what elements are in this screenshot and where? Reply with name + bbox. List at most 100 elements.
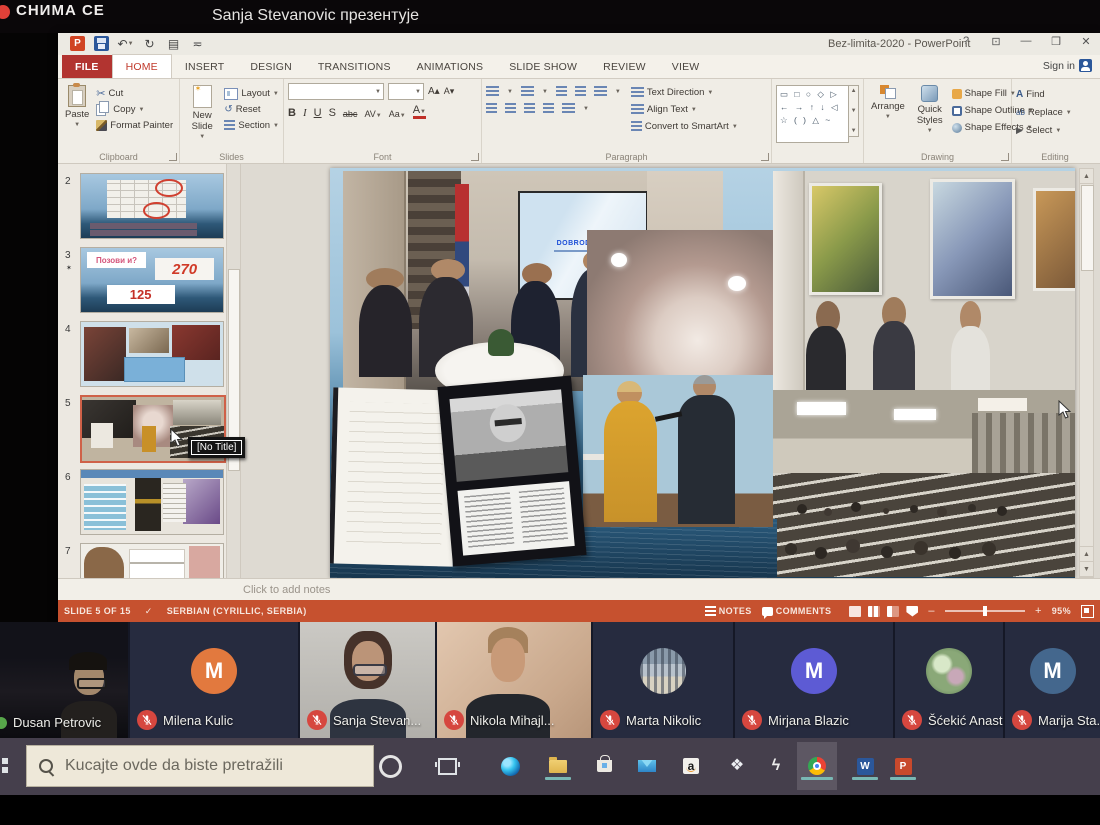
- sign-in[interactable]: Sign in: [1043, 59, 1092, 72]
- increase-indent-icon[interactable]: [575, 86, 586, 97]
- clipboard-dialog-launcher[interactable]: [169, 153, 177, 161]
- store-button[interactable]: [588, 749, 620, 783]
- participant-tile-mirjana[interactable]: M Mirjana Blazic: [735, 622, 895, 738]
- participant-tile-scekic[interactable]: Šćekić Anast...: [895, 622, 1005, 738]
- justify-icon[interactable]: [543, 103, 554, 114]
- strikethrough-icon[interactable]: abc: [343, 109, 358, 119]
- section-button[interactable]: Section ▼: [224, 118, 279, 133]
- undo-icon[interactable]: ↶▼: [118, 36, 133, 51]
- mail-button[interactable]: [631, 749, 663, 783]
- tab-view[interactable]: VIEW: [659, 55, 713, 78]
- tab-file[interactable]: FILE: [62, 55, 112, 78]
- file-explorer-button[interactable]: [542, 749, 574, 783]
- participant-tile-sanja[interactable]: Sanja Stevan...: [300, 622, 437, 738]
- drawing-dialog-launcher[interactable]: [1001, 153, 1009, 161]
- participant-tile-nikola[interactable]: Nikola Mihajl...: [437, 622, 593, 738]
- cut-button[interactable]: ✂Cut: [96, 86, 173, 101]
- zoom-out-icon[interactable]: –: [928, 605, 935, 617]
- dropbox-button[interactable]: ❖: [721, 749, 753, 783]
- columns-icon[interactable]: [562, 103, 575, 114]
- numbering-icon[interactable]: [521, 86, 534, 97]
- new-slide-button[interactable]: New Slide ▼: [184, 83, 220, 142]
- bold-icon[interactable]: B: [288, 107, 296, 119]
- shapes-gallery-scroll[interactable]: ▲▼▼: [849, 85, 859, 137]
- scroll-up-icon[interactable]: ▲: [1080, 169, 1093, 184]
- thumbnail-slide-6[interactable]: [80, 469, 224, 535]
- thumbnail-slide-2[interactable]: [80, 173, 224, 239]
- paragraph-dialog-launcher[interactable]: [761, 153, 769, 161]
- tab-insert[interactable]: INSERT: [172, 55, 238, 78]
- word-button[interactable]: W: [849, 749, 881, 783]
- view-slide-sorter-icon[interactable]: [868, 606, 880, 617]
- font-size-combo[interactable]: ▼: [388, 83, 424, 100]
- text-direction-button[interactable]: Text Direction ▼: [631, 85, 738, 100]
- align-right-icon[interactable]: [524, 103, 535, 114]
- previous-slide-icon[interactable]: ▲: [1080, 546, 1093, 562]
- redo-icon[interactable]: ↻: [142, 36, 157, 51]
- spell-check-icon[interactable]: ✓: [145, 606, 153, 617]
- search-input[interactable]: [63, 756, 347, 776]
- cortana-button[interactable]: [374, 749, 406, 783]
- notes-pane[interactable]: Click to add notes: [58, 578, 1100, 601]
- font-name-combo[interactable]: ▼: [288, 83, 384, 100]
- tab-design[interactable]: DESIGN: [237, 55, 304, 78]
- language-indicator[interactable]: SERBIAN (CYRILLIC, SERBIA): [167, 606, 307, 616]
- quick-styles-button[interactable]: Quick Styles ▼: [914, 83, 946, 136]
- align-left-icon[interactable]: [486, 103, 497, 114]
- layout-button[interactable]: Layout ▼: [224, 86, 279, 101]
- tab-review[interactable]: REVIEW: [590, 55, 659, 78]
- tab-transitions[interactable]: TRANSITIONS: [305, 55, 404, 78]
- change-case-icon[interactable]: Aa▼: [389, 109, 406, 119]
- text-shadow-icon[interactable]: S: [329, 107, 336, 119]
- edge-button[interactable]: [494, 749, 526, 783]
- task-view-button[interactable]: [431, 749, 463, 783]
- zoom-in-icon[interactable]: +: [1035, 605, 1042, 617]
- line-spacing-icon[interactable]: [594, 86, 607, 97]
- next-slide-icon[interactable]: ▼: [1080, 562, 1093, 577]
- character-spacing-icon[interactable]: AV▼: [364, 109, 381, 119]
- tab-home[interactable]: HOME: [112, 54, 172, 78]
- ribbon-options-icon[interactable]: ⊡: [988, 35, 1004, 48]
- arrange-button[interactable]: Arrange ▼: [868, 83, 908, 136]
- replace-button[interactable]: abReplace ▼: [1016, 105, 1094, 120]
- zoom-slider[interactable]: [945, 610, 1025, 612]
- font-dialog-launcher[interactable]: [471, 153, 479, 161]
- view-slideshow-icon[interactable]: [906, 606, 918, 617]
- view-normal-icon[interactable]: [849, 606, 861, 617]
- thumbnail-slide-4[interactable]: [80, 321, 224, 387]
- thumbnail-scrollbar[interactable]: [226, 164, 240, 578]
- chrome-button[interactable]: [801, 749, 833, 783]
- align-text-button[interactable]: Align Text ▼: [631, 102, 738, 117]
- scrollbar-thumb[interactable]: [1081, 185, 1094, 271]
- format-painter-button[interactable]: Format Painter: [96, 118, 173, 133]
- convert-smartart-button[interactable]: Convert to SmartArt ▼: [631, 119, 738, 134]
- zoom-percent[interactable]: 95%: [1052, 606, 1071, 616]
- participant-tile-marija[interactable]: M Marija Sta...: [1005, 622, 1100, 738]
- start-slideshow-icon[interactable]: ▤: [166, 36, 181, 51]
- zoom-slider-thumb[interactable]: [983, 606, 987, 616]
- save-icon[interactable]: [94, 36, 109, 51]
- fit-to-window-icon[interactable]: [1081, 605, 1094, 618]
- minimize-icon[interactable]: —: [1018, 35, 1034, 48]
- current-slide[interactable]: DOBRODOŠLI: [330, 168, 1075, 578]
- taskbar-search[interactable]: [26, 745, 374, 787]
- lightning-app-button[interactable]: ϟ: [760, 749, 792, 783]
- start-icon[interactable]: [0, 758, 8, 773]
- close-icon[interactable]: ✕: [1078, 35, 1094, 48]
- shapes-gallery-box[interactable]: ▭ □ ○ ◇ ▷← → ↑ ↓ ◁☆ ( ) △ ~: [776, 85, 849, 143]
- tab-animations[interactable]: ANIMATIONS: [404, 55, 497, 78]
- participant-tile-dusan[interactable]: Dusan Petrovic: [0, 622, 130, 738]
- amazon-button[interactable]: a: [675, 749, 707, 783]
- paste-button[interactable]: Paste ▼: [62, 83, 92, 133]
- thumbnail-slide-3[interactable]: Позови и? 270 125: [80, 247, 224, 313]
- select-button[interactable]: ▶Select ▼: [1016, 123, 1094, 138]
- powerpoint-button[interactable]: P: [887, 749, 919, 783]
- notes-toggle[interactable]: NOTES: [705, 606, 752, 617]
- view-reading-icon[interactable]: [887, 606, 899, 617]
- shrink-font-icon[interactable]: A▾: [444, 86, 455, 97]
- italic-icon[interactable]: I: [303, 107, 307, 119]
- underline-icon[interactable]: U: [314, 107, 322, 119]
- reset-button[interactable]: ↺Reset: [224, 102, 279, 117]
- comments-toggle[interactable]: COMMENTS: [762, 606, 832, 616]
- restore-icon[interactable]: ❒: [1048, 35, 1064, 48]
